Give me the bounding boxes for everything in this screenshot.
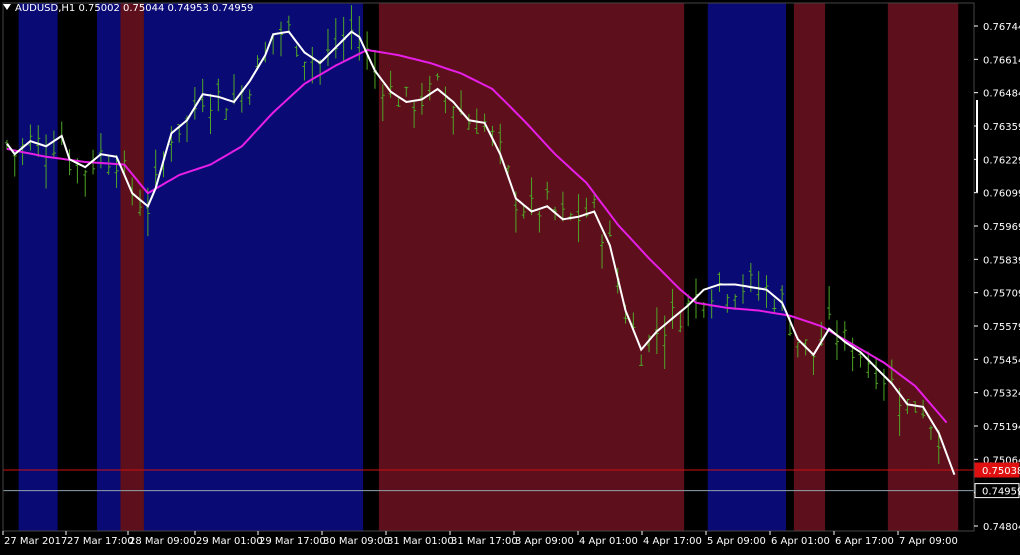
chart-header: AUDUSD,H1 0.75002 0.75044 0.74953 0.7495… — [3, 3, 253, 14]
band-red — [378, 3, 685, 531]
price-label: 0.75038 — [982, 466, 1020, 477]
x-tick-label: 7 Apr 09:00 — [899, 536, 958, 547]
y-tick-label: 0.74804 — [983, 522, 1020, 533]
band-black — [958, 3, 974, 531]
y-tick-label: 0.76229 — [983, 155, 1020, 166]
band-red — [927, 3, 959, 531]
x-tick-label: 27 Mar 17:00 — [67, 536, 134, 547]
y-tick-label: 0.75969 — [983, 222, 1020, 233]
x-tick-label: 27 Mar 2017 — [4, 536, 67, 547]
price-chart[interactable]: 0.76744 0.76614 0.76484 0.76359 0.76229 0.760… — [0, 0, 1020, 551]
band-blue — [707, 3, 787, 531]
price-label: 0.74959 — [982, 487, 1020, 498]
band-red — [793, 3, 826, 531]
chevron-down-icon[interactable] — [3, 4, 11, 10]
x-tick-label: 29 Mar 17:00 — [259, 536, 326, 547]
symbol-ohlc-label: AUDUSD,H1 0.75002 0.75044 0.74953 0.7495… — [15, 3, 254, 14]
x-tick-label: 30 Mar 09:00 — [323, 536, 390, 547]
band-blue — [18, 3, 58, 531]
x-tick-label: 29 Mar 01:00 — [196, 536, 263, 547]
x-tick-label: 5 Apr 09:00 — [707, 536, 766, 547]
band-black — [825, 3, 888, 531]
y-tick-label: 0.76359 — [983, 122, 1020, 133]
band-blue — [143, 3, 364, 531]
band-black — [57, 3, 97, 531]
y-tick-label: 0.75709 — [983, 289, 1020, 300]
x-tick-label: 4 Apr 01:00 — [579, 536, 638, 547]
x-tick-label: 31 Mar 01:00 — [387, 536, 454, 547]
band-black — [3, 3, 19, 531]
y-tick-label: 0.75579 — [983, 322, 1020, 333]
y-tick-label: 0.76614 — [983, 55, 1020, 66]
chart-canvas[interactable]: 0.76744 0.76614 0.76484 0.76359 0.76229 0.760… — [0, 0, 1020, 551]
x-tick-label: 28 Mar 09:00 — [129, 536, 196, 547]
band-black — [786, 3, 794, 531]
y-tick-label: 0.75454 — [983, 355, 1020, 366]
x-tick-label: 6 Apr 17:00 — [835, 536, 894, 547]
x-tick-label: 31 Mar 17:00 — [451, 536, 518, 547]
axis-marker — [976, 100, 978, 192]
y-tick-label: 0.76484 — [983, 89, 1020, 100]
band-red — [120, 3, 144, 531]
y-tick-label: 0.76744 — [983, 22, 1020, 33]
band-black — [684, 3, 708, 531]
y-tick-label: 0.75194 — [983, 422, 1020, 433]
y-tick-label: 0.75324 — [983, 389, 1020, 400]
band-red — [887, 3, 928, 531]
x-tick-label: 3 Apr 09:00 — [515, 536, 574, 547]
band-blue — [96, 3, 121, 531]
x-tick-label: 4 Apr 17:00 — [643, 536, 702, 547]
band-black — [363, 3, 379, 531]
x-tick-label: 6 Apr 01:00 — [771, 536, 830, 547]
y-tick-label: 0.76099 — [983, 189, 1020, 200]
session-bands — [3, 3, 974, 531]
y-tick-label: 0.75839 — [983, 255, 1020, 266]
